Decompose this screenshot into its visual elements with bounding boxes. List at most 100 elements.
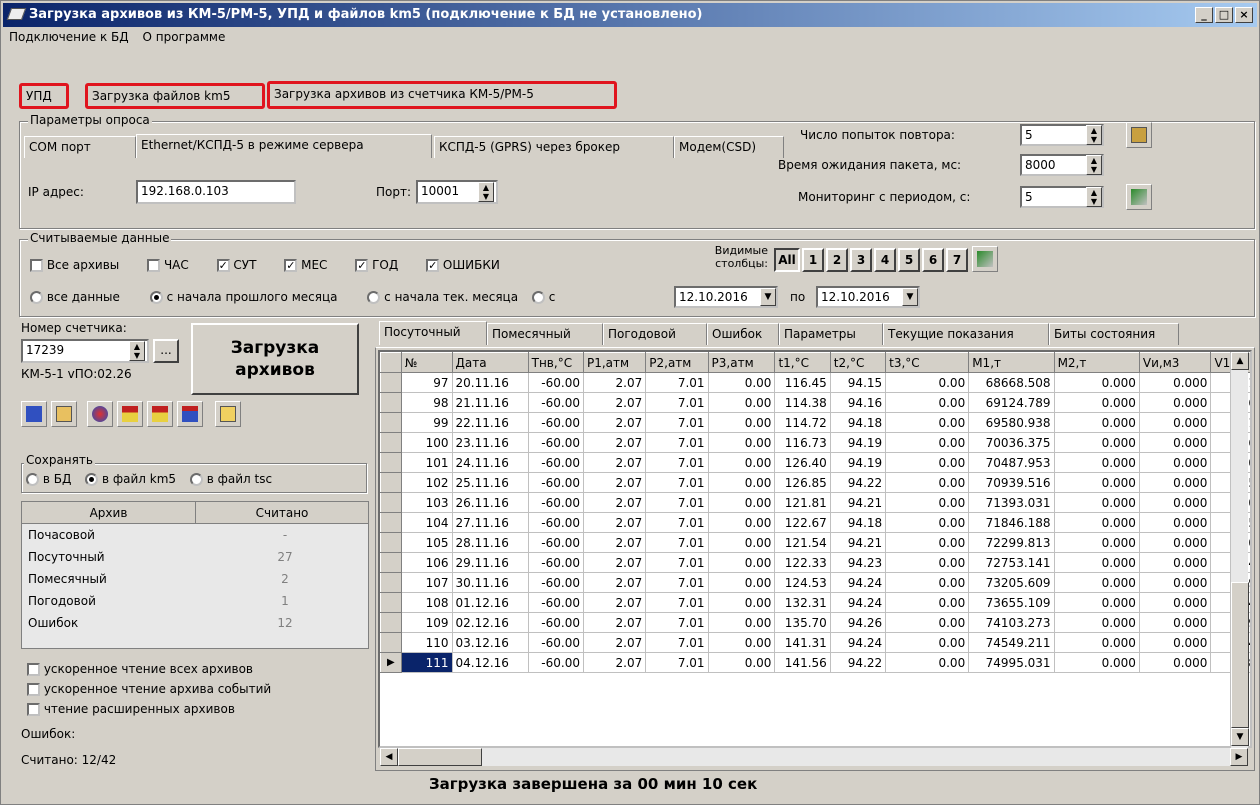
table-cell[interactable]: 7.01 bbox=[645, 452, 709, 473]
table-row[interactable]: 97 20.11.16 -60.00 2.07 7.01 0.00 116.45 94.15 0… bbox=[380, 372, 1250, 393]
table-cell[interactable]: 70036.375 bbox=[968, 432, 1055, 453]
table-cell[interactable]: -60.00 bbox=[528, 632, 584, 653]
checkbox[interactable]: ✓ bbox=[426, 259, 440, 272]
table-cell[interactable]: 0.000 bbox=[1139, 412, 1212, 433]
document-icon[interactable] bbox=[51, 401, 77, 427]
table-cell[interactable]: 0.00 bbox=[885, 512, 970, 533]
row-indicator[interactable] bbox=[380, 532, 402, 553]
table-cell[interactable]: 0.00 bbox=[708, 512, 776, 533]
table-cell[interactable]: 0.000 bbox=[1139, 592, 1212, 613]
table-cell[interactable]: 7.01 bbox=[645, 572, 709, 593]
table-cell[interactable]: 94.24 bbox=[830, 592, 887, 613]
table-cell[interactable]: 0.000 bbox=[1054, 572, 1140, 593]
table-cell[interactable]: 0.00 bbox=[885, 632, 970, 653]
table-row[interactable]: 108 01.12.16 -60.00 2.07 7.01 0.00 132.31 94.24… bbox=[380, 592, 1250, 613]
table-cell[interactable]: 0.000 bbox=[1054, 432, 1140, 453]
table-cell[interactable]: -60.00 bbox=[528, 592, 584, 613]
table-row[interactable]: 98 21.11.16 -60.00 2.07 7.01 0.00 114.38 94.16 0… bbox=[380, 392, 1250, 413]
monitor-spinner[interactable]: ▲ ▼ bbox=[1086, 187, 1102, 207]
table-cell[interactable]: 73205.609 bbox=[968, 572, 1055, 593]
table-cell[interactable]: 0.000 bbox=[1054, 392, 1140, 413]
table-cell[interactable]: 2.07 bbox=[583, 652, 647, 673]
table-cell[interactable]: 0.00 bbox=[885, 412, 970, 433]
table-cell[interactable]: -60.00 bbox=[528, 412, 584, 433]
wait-spinner[interactable]: ▲ ▼ bbox=[1086, 155, 1102, 175]
radio[interactable] bbox=[189, 473, 203, 486]
table-cell[interactable]: 30.11.16 bbox=[452, 572, 529, 593]
table-cell[interactable]: 7.01 bbox=[645, 632, 709, 653]
eepr-icon[interactable] bbox=[21, 401, 47, 427]
table-cell[interactable]: 100 bbox=[401, 432, 453, 453]
table-cell[interactable]: 94.21 bbox=[830, 532, 887, 553]
table-cell[interactable]: 0.000 bbox=[1139, 452, 1212, 473]
table-cell[interactable]: 0.00 bbox=[885, 652, 970, 673]
checkbox[interactable]: ✓ bbox=[216, 259, 230, 272]
table-cell[interactable]: 0.00 bbox=[708, 592, 776, 613]
table-cell[interactable]: 70939.516 bbox=[968, 472, 1055, 493]
table-cell[interactable]: 20.11.16 bbox=[452, 372, 529, 393]
bits-icon[interactable] bbox=[177, 401, 203, 427]
table-cell[interactable]: 0.00 bbox=[885, 452, 970, 473]
clipboard-icon[interactable] bbox=[1126, 122, 1152, 148]
row-indicator[interactable] bbox=[380, 412, 402, 433]
col-btn-6[interactable]: 6 bbox=[922, 248, 944, 272]
check-hour[interactable]: ЧАС bbox=[147, 258, 189, 272]
table-cell[interactable]: 25.11.16 bbox=[452, 472, 529, 493]
table-cell[interactable]: 7.01 bbox=[645, 512, 709, 533]
table-row[interactable]: 110 03.12.16 -60.00 2.07 7.01 0.00 141.31 94.24… bbox=[380, 632, 1250, 653]
table-cell[interactable]: 0.000 bbox=[1054, 492, 1140, 513]
table-cell[interactable]: 0.00 bbox=[885, 492, 970, 513]
table-cell[interactable]: 0.00 bbox=[708, 412, 776, 433]
table-cell[interactable]: 2.07 bbox=[583, 632, 647, 653]
checkbox[interactable]: ✓ bbox=[284, 259, 298, 272]
table-cell[interactable]: 122.67 bbox=[774, 512, 831, 533]
table-cell[interactable]: 0.00 bbox=[885, 532, 970, 553]
table-cell[interactable]: 122.33 bbox=[774, 552, 831, 573]
table-cell[interactable]: 7.01 bbox=[645, 592, 709, 613]
table-cell[interactable]: 107 bbox=[401, 572, 453, 593]
column-header[interactable]: Тнв,°С bbox=[527, 352, 584, 373]
vertical-scrollbar[interactable]: ▲ ▼ bbox=[1230, 352, 1249, 748]
table-cell[interactable]: 116.73 bbox=[774, 432, 831, 453]
table-cell[interactable]: 94.22 bbox=[830, 652, 887, 673]
col-btn-4[interactable]: 4 bbox=[874, 248, 896, 272]
table-cell[interactable]: 23.11.16 bbox=[452, 432, 529, 453]
table-cell[interactable]: 106 bbox=[401, 552, 453, 573]
table-cell[interactable]: 0.000 bbox=[1139, 472, 1212, 493]
table-cell[interactable]: 74995.031 bbox=[968, 652, 1055, 673]
row-indicator[interactable] bbox=[380, 392, 402, 413]
table-cell[interactable]: 111 bbox=[401, 652, 453, 673]
folder-open-icon[interactable] bbox=[215, 401, 241, 427]
table-cell[interactable]: 2.07 bbox=[583, 372, 647, 393]
globe-icon[interactable] bbox=[87, 401, 113, 427]
table-cell[interactable]: 0.000 bbox=[1054, 472, 1140, 493]
table-cell[interactable]: 0.000 bbox=[1054, 412, 1140, 433]
row-indicator[interactable] bbox=[380, 612, 402, 633]
option-fast-all[interactable]: ускоренное чтение всех архивов bbox=[27, 659, 271, 679]
table-cell[interactable]: 7.01 bbox=[645, 472, 709, 493]
table-cell[interactable]: 103 bbox=[401, 492, 453, 513]
table-cell[interactable]: 0.000 bbox=[1139, 432, 1212, 453]
table-cell[interactable]: 2.07 bbox=[583, 512, 647, 533]
menu-about[interactable]: О программе bbox=[143, 30, 226, 44]
column-header[interactable]: М1,т bbox=[968, 352, 1055, 373]
table-cell[interactable]: 21.11.16 bbox=[452, 392, 529, 413]
table-row[interactable]: 102 25.11.16 -60.00 2.07 7.01 0.00 126.85 94.22… bbox=[380, 472, 1250, 493]
radio-all-data[interactable]: все данные bbox=[30, 290, 120, 304]
table-cell[interactable]: 105 bbox=[401, 532, 453, 553]
table-cell[interactable]: 0.00 bbox=[885, 472, 970, 493]
row-indicator[interactable] bbox=[380, 572, 402, 593]
column-header[interactable]: № bbox=[400, 352, 453, 373]
table-cell[interactable]: 02.12.16 bbox=[452, 612, 529, 633]
table-cell[interactable]: 99 bbox=[401, 412, 453, 433]
row-indicator[interactable] bbox=[380, 512, 402, 533]
table-cell[interactable]: 69124.789 bbox=[968, 392, 1055, 413]
horizontal-scrollbar[interactable]: ◀ ▶ bbox=[380, 748, 1248, 766]
table-cell[interactable]: 22.11.16 bbox=[452, 412, 529, 433]
column-header[interactable]: М2,т bbox=[1053, 352, 1140, 373]
table-cell[interactable]: 03.12.16 bbox=[452, 632, 529, 653]
table-cell[interactable]: 94.15 bbox=[830, 372, 887, 393]
column-header[interactable]: t2,°С bbox=[829, 352, 887, 373]
column-header[interactable]: Р2,атм bbox=[645, 352, 709, 373]
radio[interactable] bbox=[531, 291, 545, 304]
